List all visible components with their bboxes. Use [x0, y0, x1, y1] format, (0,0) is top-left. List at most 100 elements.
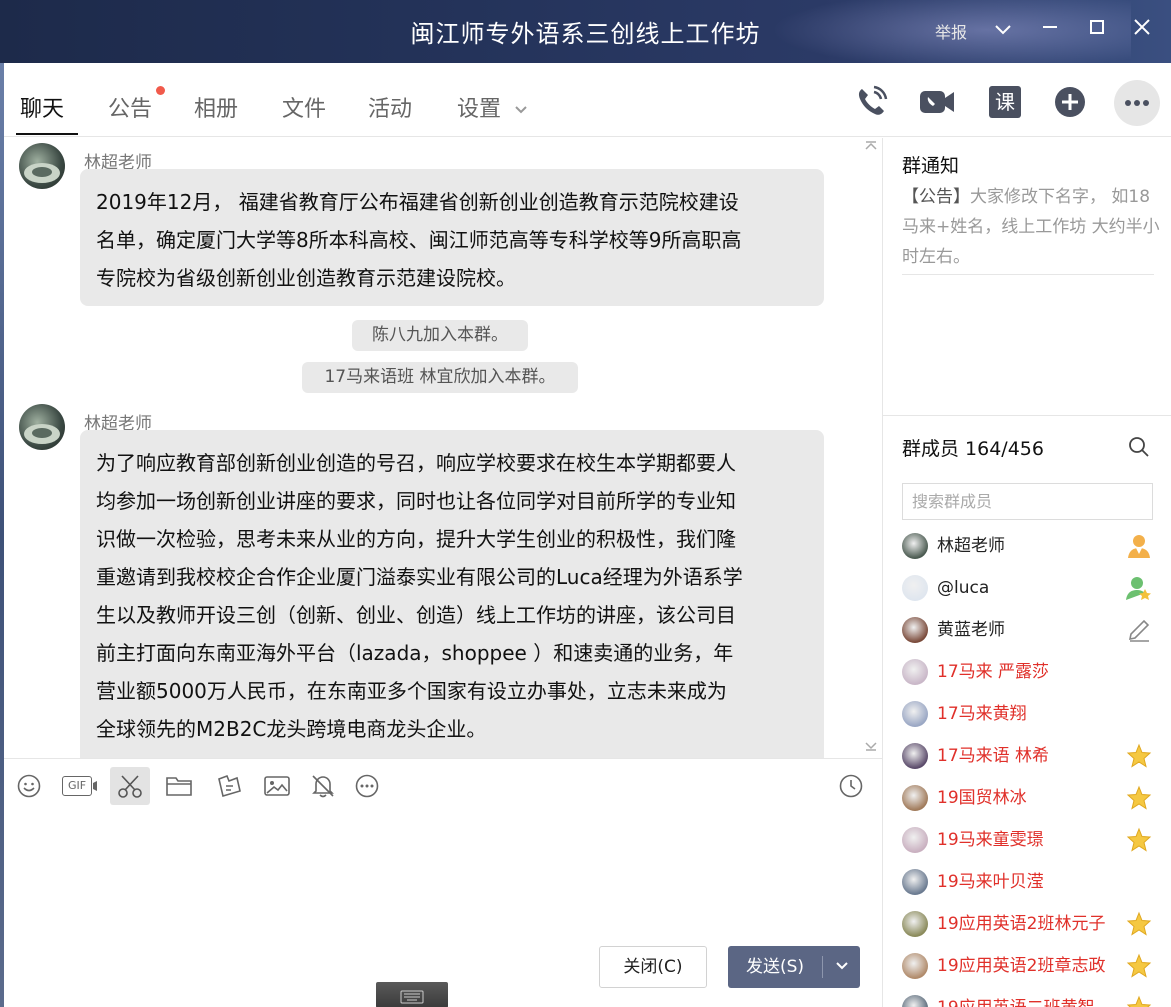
scroll-up-icon[interactable]: [862, 140, 880, 154]
message-composer[interactable]: GIF 关闭(C) 发送(S): [4, 758, 882, 1007]
member-row[interactable]: 19应用英语二班黄智: [902, 993, 1157, 1007]
avatar[interactable]: [902, 827, 928, 853]
video-icon[interactable]: [918, 83, 956, 121]
member-row[interactable]: 19应用英语2班章志政: [902, 951, 1157, 981]
avatar[interactable]: [19, 404, 65, 450]
avatar[interactable]: [902, 617, 928, 643]
member-row[interactable]: 林超老师: [902, 531, 1157, 561]
gif-icon[interactable]: GIF: [60, 771, 100, 801]
member-name[interactable]: 19应用英语二班黄智: [937, 995, 1095, 1007]
avatar[interactable]: [902, 701, 928, 727]
class-icon[interactable]: 课: [986, 83, 1024, 121]
report-button[interactable]: 举报: [935, 19, 967, 43]
divider: [902, 274, 1154, 275]
member-name[interactable]: 黄蓝老师: [937, 617, 1005, 643]
owner-icon: [1125, 532, 1153, 560]
member-name[interactable]: 17马来 严露莎: [937, 659, 1049, 685]
more-icon[interactable]: [1114, 80, 1160, 126]
chevron-down-icon[interactable]: [988, 14, 1018, 44]
screenshot-scissors-icon[interactable]: [110, 767, 150, 805]
chevron-down-icon: [515, 106, 527, 114]
group-side-panel: 群通知 【公告】大家修改下名字， 如18马来+姓名，线上工作坊 大约半小时左右。…: [882, 138, 1171, 1007]
notice-tag: 【公告】: [902, 187, 970, 207]
message-line: 为了响应教育部创新创业创造的号召，响应学校要求在校生本学期都要人: [96, 451, 736, 475]
member-name[interactable]: 19马来叶贝滢: [937, 869, 1044, 895]
message-line: 生以及教师开设三创（创新、创业、创造）线上工作坊的讲座，该公司目: [96, 603, 736, 627]
avatar[interactable]: [902, 995, 928, 1007]
ime-toolbar[interactable]: [376, 982, 448, 1007]
tab-album[interactable]: 相册: [194, 91, 238, 123]
message-line: 前主打面向东南亚海外平台（lazada，shoppee ）和速卖通的业务，年: [96, 641, 734, 665]
member-name[interactable]: 19马来童雯璟: [937, 827, 1044, 853]
history-clock-icon[interactable]: [836, 771, 866, 801]
send-button[interactable]: 发送(S): [728, 946, 860, 988]
member-row[interactable]: 19国贸林冰: [902, 783, 1157, 813]
tab-settings[interactable]: 设置: [457, 91, 528, 123]
member-name[interactable]: @luca: [937, 575, 989, 601]
member-row[interactable]: @luca: [902, 573, 1157, 603]
avatar[interactable]: [902, 911, 928, 937]
add-icon[interactable]: [1051, 83, 1089, 121]
tab-announcement[interactable]: 公告: [108, 91, 152, 123]
member-name[interactable]: 林超老师: [937, 533, 1005, 559]
member-row[interactable]: 19应用英语2班林元子: [902, 909, 1157, 939]
unread-dot: [156, 86, 165, 95]
message-bubble[interactable]: 为了响应教育部创新创业创造的号召，响应学校要求在校生本学期都要人 均参加一场创新…: [80, 430, 824, 758]
close-button[interactable]: 关闭(C): [599, 946, 707, 988]
folder-icon[interactable]: [164, 771, 194, 801]
star-icon: [1125, 910, 1153, 938]
member-row[interactable]: 黄蓝老师: [902, 615, 1157, 645]
member-name[interactable]: 17马来黄翔: [937, 701, 1027, 727]
member-row[interactable]: 17马来 严露莎: [902, 657, 1157, 687]
more-options-icon[interactable]: [352, 771, 382, 801]
image-icon[interactable]: [262, 771, 292, 801]
message-bubble[interactable]: 2019年12月， 福建省教育厅公布福建省创新创业创造教育示范院校建设 名单，确…: [80, 169, 824, 306]
class-icon-label: 课: [989, 86, 1021, 118]
members-title: 群成员 164/456: [902, 438, 1044, 460]
avatar[interactable]: [902, 785, 928, 811]
member-search-input[interactable]: 搜索群成员: [902, 483, 1153, 520]
member-row[interactable]: 17马来语 林希: [902, 741, 1157, 771]
avatar[interactable]: [19, 143, 65, 189]
divider: [883, 415, 1171, 416]
member-name[interactable]: 19应用英语2班林元子: [937, 911, 1105, 937]
tab-chat[interactable]: 聊天: [20, 91, 64, 123]
avatar[interactable]: [902, 953, 928, 979]
minimize-icon[interactable]: [1035, 14, 1065, 44]
message-line: 专院校为省级创新创业创造教育示范建设院校。: [96, 266, 516, 290]
gif-label: GIF: [62, 776, 92, 796]
send-options-chevron-icon[interactable]: [823, 946, 860, 988]
bell-off-icon[interactable]: [308, 771, 338, 801]
chat-message-list[interactable]: 林超老师 2019年12月， 福建省教育厅公布福建省创新创业创造教育示范院校建设…: [4, 138, 882, 758]
doc-share-icon[interactable]: [214, 771, 244, 801]
phone-icon[interactable]: [852, 83, 890, 121]
tab-bar: 聊天 公告 相册 文件 活动 设置 课: [4, 63, 1171, 137]
tab-files[interactable]: 文件: [282, 91, 326, 123]
system-notice: 17马来语班 林宜欣加入本群。: [302, 362, 578, 393]
star-icon: [1125, 784, 1153, 812]
member-row[interactable]: 19马来叶贝滢: [902, 867, 1157, 897]
emoji-icon[interactable]: [14, 771, 44, 801]
avatar[interactable]: [902, 575, 928, 601]
edit-icon[interactable]: [1125, 616, 1153, 644]
scroll-down-icon[interactable]: [862, 740, 880, 754]
message-line: 2019年12月， 福建省教育厅公布福建省创新创业创造教育示范院校建设: [96, 190, 739, 214]
star-icon: [1125, 826, 1153, 854]
star-icon: [1125, 742, 1153, 770]
star-icon: [1125, 952, 1153, 980]
member-row[interactable]: 17马来黄翔: [902, 699, 1157, 729]
group-notice-body[interactable]: 【公告】大家修改下名字， 如18马来+姓名，线上工作坊 大约半小时左右。: [902, 182, 1162, 272]
search-icon[interactable]: [1128, 436, 1150, 458]
avatar[interactable]: [902, 533, 928, 559]
avatar[interactable]: [902, 869, 928, 895]
tab-activity[interactable]: 活动: [368, 91, 412, 123]
close-icon[interactable]: [1127, 14, 1157, 44]
member-row[interactable]: 19马来童雯璟: [902, 825, 1157, 855]
avatar[interactable]: [902, 743, 928, 769]
member-name[interactable]: 17马来语 林希: [937, 743, 1049, 769]
member-name[interactable]: 19应用英语2班章志政: [937, 953, 1105, 979]
member-name[interactable]: 19国贸林冰: [937, 785, 1027, 811]
active-tab-indicator: [16, 133, 78, 135]
maximize-icon[interactable]: [1082, 14, 1112, 44]
avatar[interactable]: [902, 659, 928, 685]
